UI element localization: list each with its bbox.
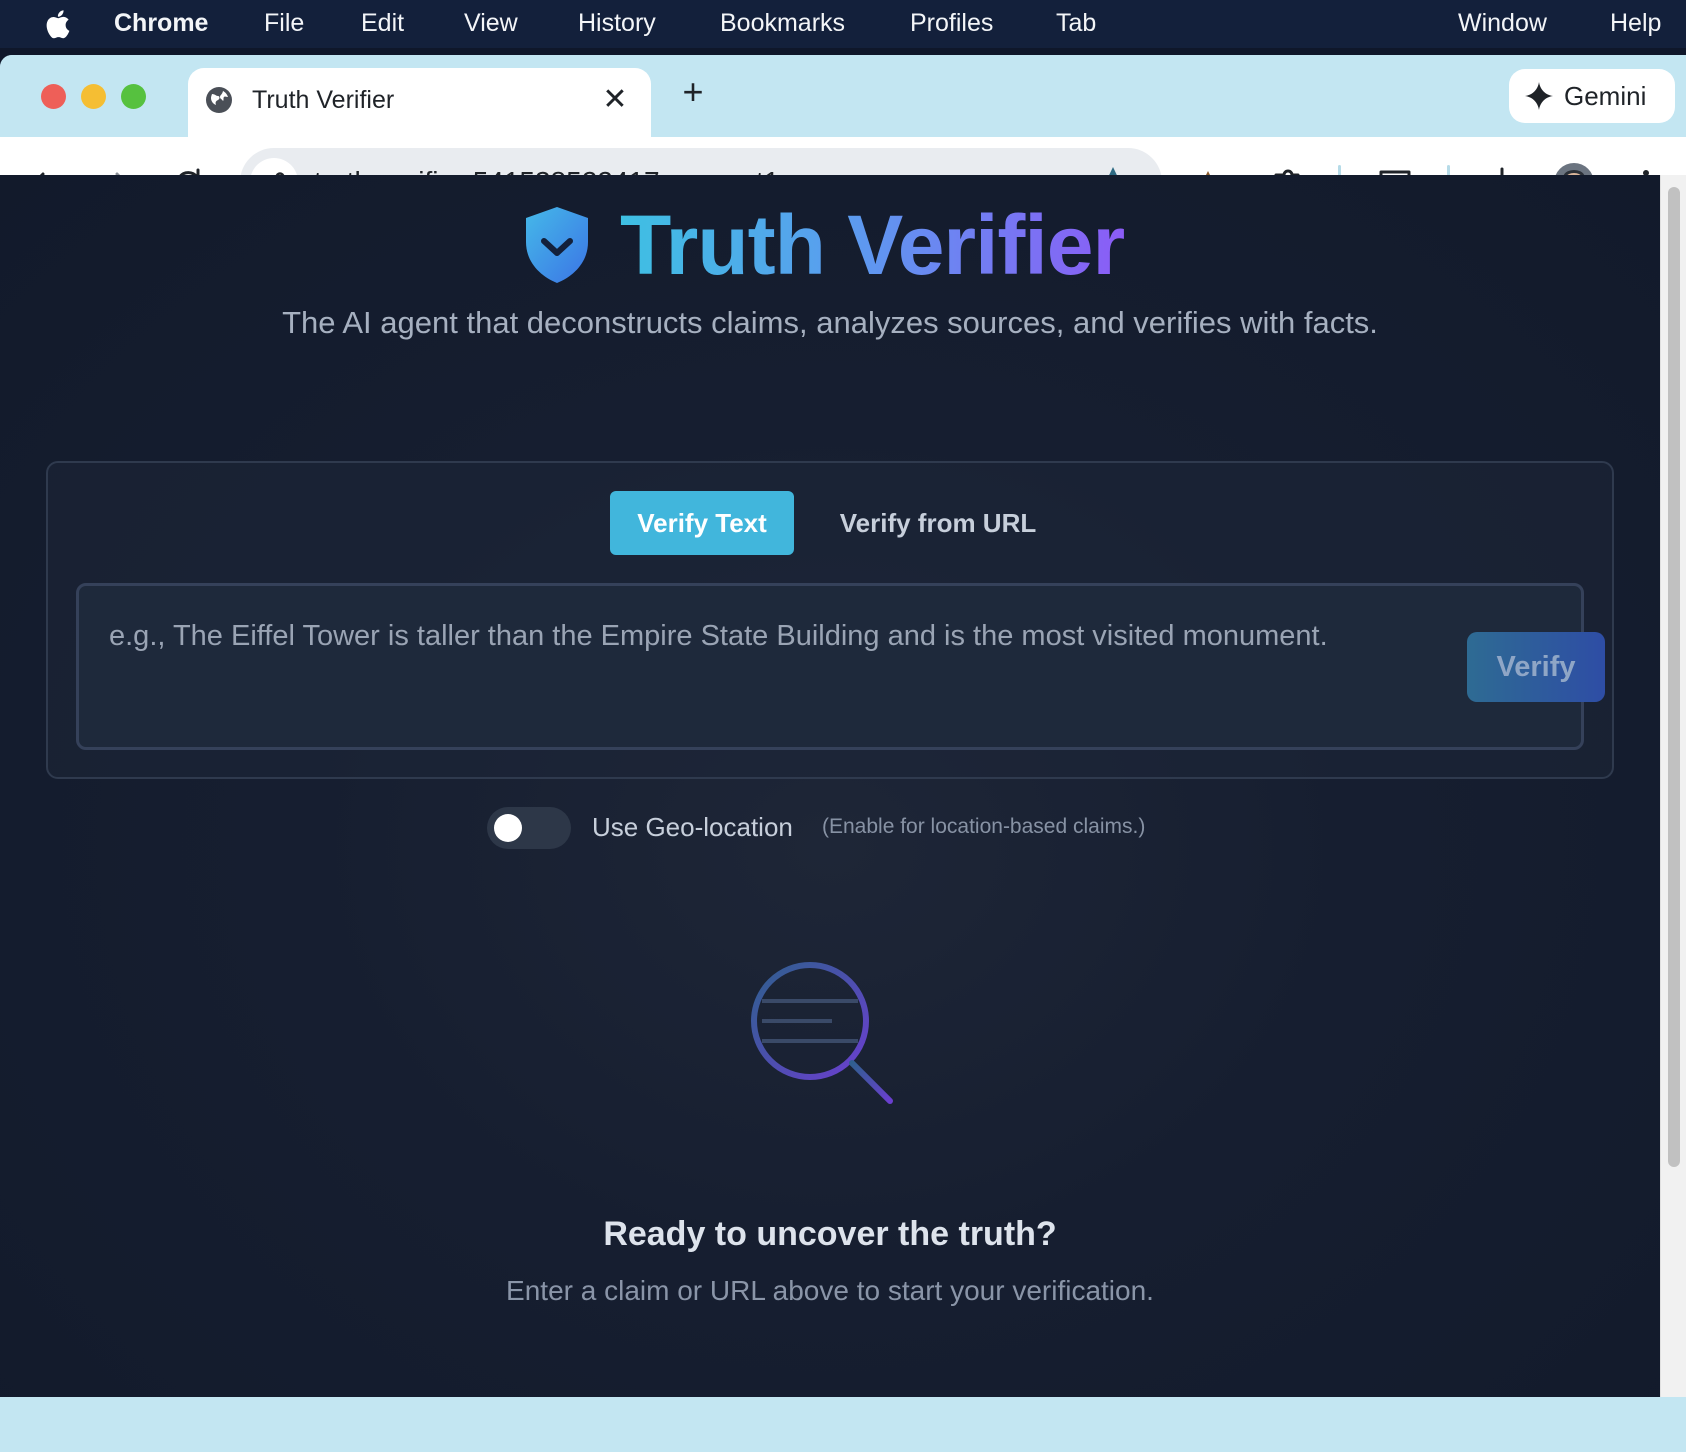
menu-view[interactable]: View	[464, 0, 518, 48]
plus-icon[interactable]: +	[675, 74, 711, 111]
globe-icon	[206, 87, 232, 113]
shield-check-icon	[526, 207, 588, 283]
tab-truth-verifier[interactable]: Truth Verifier ✕	[188, 68, 651, 146]
geo-location-label: Use Geo-location	[592, 812, 793, 842]
menu-bookmarks[interactable]: Bookmarks	[720, 0, 845, 48]
macos-menu-bar: Chrome File Edit View History Bookmarks …	[0, 0, 1686, 48]
verify-card: Verify Text Verify from URL Verify	[46, 461, 1614, 779]
gemini-button[interactable]: Gemini	[1509, 69, 1675, 123]
apple-icon[interactable]	[45, 8, 73, 40]
tab-title: Truth Verifier	[252, 86, 395, 114]
claim-input-box: Verify	[76, 583, 1605, 750]
close-window-button[interactable]	[41, 84, 66, 109]
app-header: Truth Verifier	[0, 195, 1660, 295]
maximize-window-button[interactable]	[121, 84, 146, 109]
tab-verify-text[interactable]: Verify Text	[610, 491, 794, 555]
menu-tab[interactable]: Tab	[1056, 0, 1096, 48]
tab-strip: Truth Verifier ✕ + Gemini	[0, 55, 1686, 146]
geo-location-row: Use Geo-location (Enable for location-ba…	[0, 805, 1660, 849]
gemini-sparkle-icon	[1525, 82, 1553, 110]
menu-edit[interactable]: Edit	[361, 0, 404, 48]
close-icon[interactable]: ✕	[601, 85, 629, 115]
page-title: Truth Verifier	[620, 195, 1125, 295]
claim-input[interactable]	[109, 616, 1349, 656]
scrollbar-thumb[interactable]	[1668, 187, 1680, 1167]
tab-verify-from-url[interactable]: Verify from URL	[818, 491, 1058, 555]
menu-file[interactable]: File	[264, 0, 304, 48]
verify-button[interactable]: Verify	[1467, 632, 1605, 702]
menu-profiles[interactable]: Profiles	[910, 0, 993, 48]
menu-help[interactable]: Help	[1610, 0, 1661, 48]
page-subtitle: The AI agent that deconstructs claims, a…	[282, 305, 1378, 340]
magnifier-icon	[751, 962, 893, 1104]
menu-window[interactable]: Window	[1458, 0, 1547, 48]
toggle-knob	[494, 814, 522, 842]
minimize-window-button[interactable]	[81, 84, 106, 109]
page-scrollbar[interactable]	[1660, 175, 1686, 1397]
page-content: Truth Verifier The AI agent that deconst…	[0, 175, 1660, 1397]
empty-state-title: Ready to uncover the truth?	[603, 1215, 1057, 1253]
geo-location-hint: (Enable for location-based claims.)	[822, 815, 1146, 838]
menu-app-chrome[interactable]: Chrome	[114, 0, 208, 48]
menu-history[interactable]: History	[578, 0, 656, 48]
empty-state-subtitle: Enter a claim or URL above to start your…	[506, 1275, 1154, 1306]
gemini-label: Gemini	[1564, 81, 1647, 111]
geo-location-toggle[interactable]	[487, 807, 571, 849]
